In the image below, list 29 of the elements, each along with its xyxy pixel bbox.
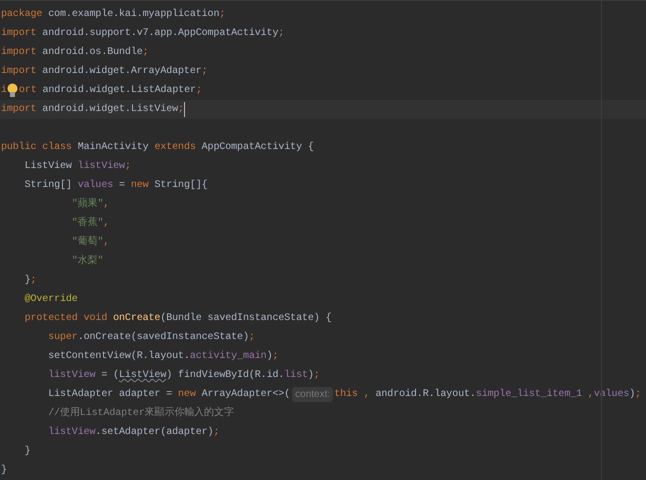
parameter-hint: context: [292, 387, 334, 402]
code-text: import android.os.Bundle; [1, 46, 149, 60]
code-text: ListView listView; [24, 160, 131, 174]
code-text: //使用ListAdapter來顯示你輸入的文字 [47, 406, 234, 421]
code-text: String[] values = new String[]{ [24, 178, 208, 193]
code-text: import android.widget.ListView; [1, 102, 184, 117]
code-text: } [1, 464, 7, 478]
code-text: } [24, 444, 31, 459]
code-text: listView = (ListView) findViewById(R.id.list); [47, 368, 320, 383]
code-text: "蘋果", [70, 197, 110, 212]
text-caret [184, 102, 185, 117]
code-text: public class MainActivity extends AppCompatActivity { [1, 140, 314, 155]
lightbulb-icon[interactable] [7, 83, 18, 98]
code-text: this , android.R.layout.simple_list_item_1 ,values); [334, 388, 642, 402]
code-text: i [1, 84, 7, 98]
code-text: "水梨" [70, 254, 104, 269]
code-text: "香蕉", [70, 216, 110, 231]
code-text: protected void onCreate(Bundle savedInstanceState) { [24, 312, 332, 326]
code-text: ListAdapter adapter = new ArrayAdapter<>( [47, 388, 290, 402]
code-text: @Override [24, 292, 78, 307]
code-text: }; [24, 274, 36, 288]
code-text: "葡萄", [70, 235, 110, 250]
code-text: package com.example.kai.myapplication; [1, 8, 226, 22]
code-text: ort android.widget.ListAdapter; [18, 84, 202, 98]
code-text: super.onCreate(savedInstanceState); [47, 330, 255, 345]
code-text: listView.setAdapter(adapter); [47, 426, 220, 440]
code-text: setContentView(R.layout.activity_main); [47, 350, 278, 364]
code-text: import android.widget.ArrayAdapter; [1, 64, 208, 79]
code-text: import android.support.v7.app.AppCompatActivity; [1, 26, 284, 41]
